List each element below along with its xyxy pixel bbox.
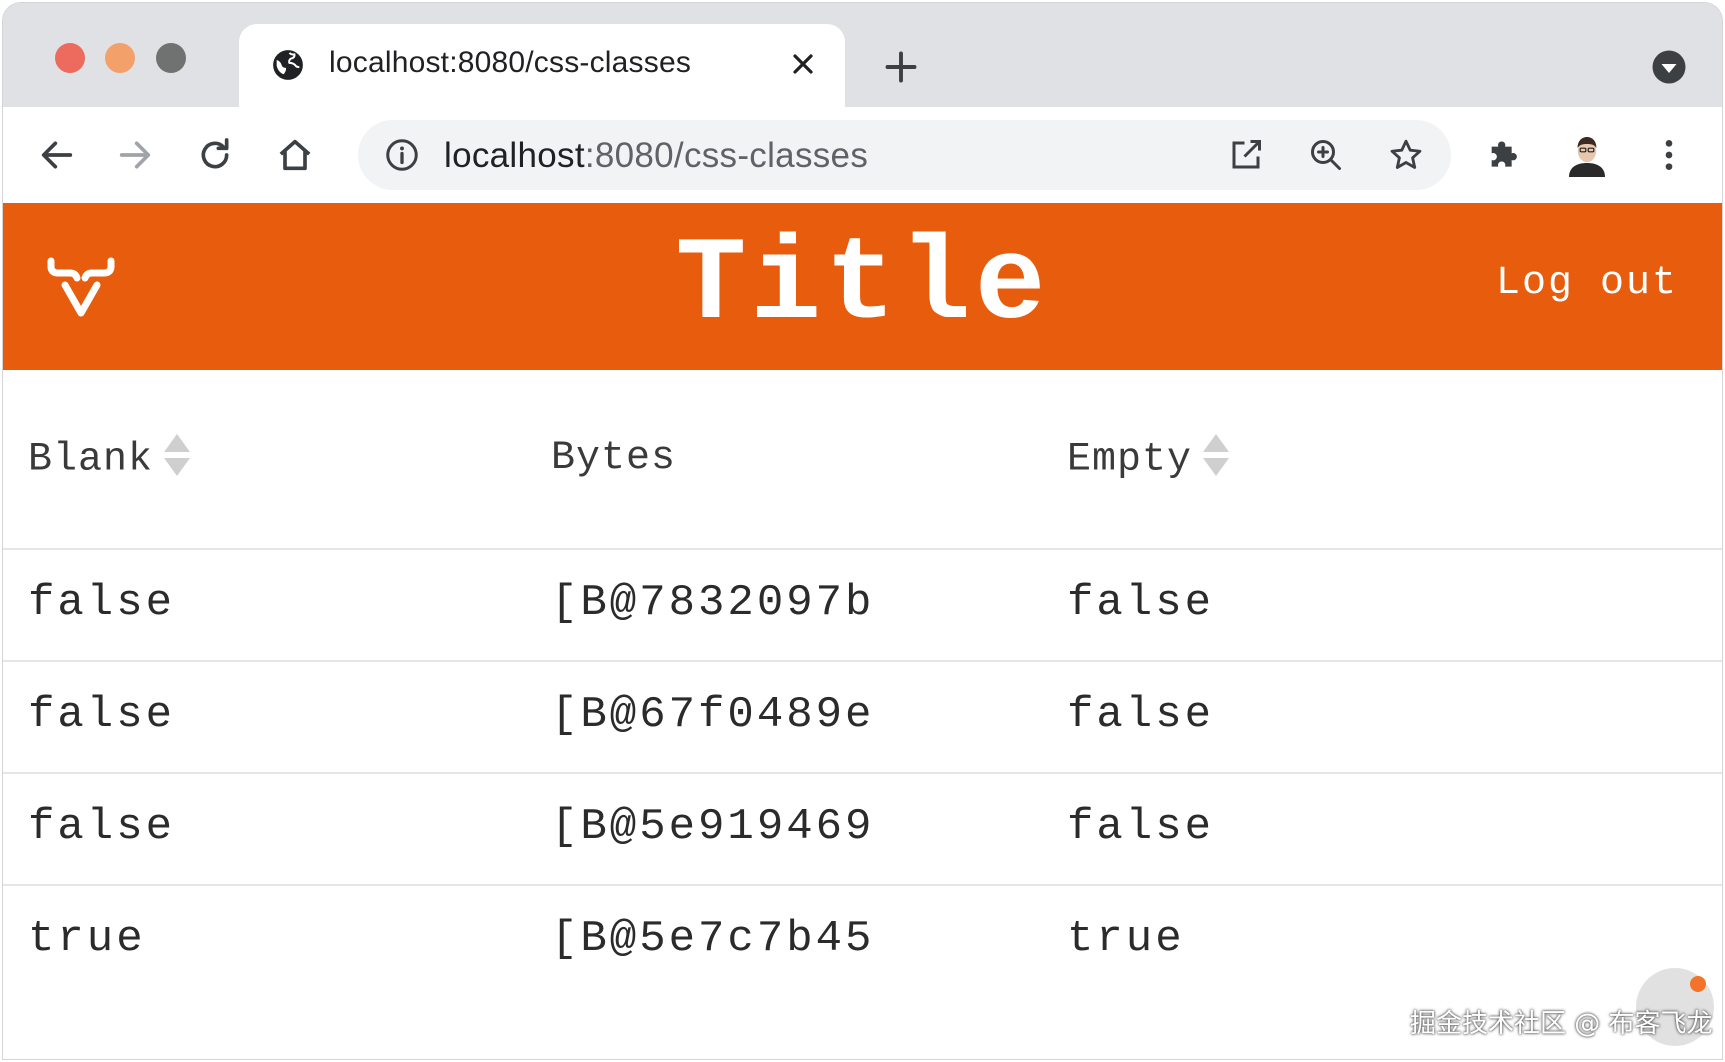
- close-window-button[interactable]: [55, 43, 85, 73]
- column-header-blank[interactable]: Blank: [28, 434, 191, 483]
- home-icon[interactable]: [275, 135, 315, 175]
- table-cell: [B@67f0489e: [551, 690, 875, 740]
- info-icon[interactable]: [384, 137, 420, 173]
- table-cell: false: [28, 802, 176, 852]
- arrow-left-icon[interactable]: [37, 135, 77, 175]
- table-cell: false: [28, 578, 176, 628]
- address-bar[interactable]: localhost:8080/css-classes: [358, 120, 1451, 190]
- table-row[interactable]: false [B@5e919469 false: [3, 774, 1722, 886]
- column-header-label: Bytes: [551, 436, 677, 481]
- star-icon[interactable]: [1388, 137, 1424, 173]
- table-cell: false: [28, 690, 176, 740]
- table-cell: [B@5e7c7b45: [551, 914, 875, 964]
- open-external-icon[interactable]: [1228, 137, 1264, 173]
- globe-icon: [273, 50, 303, 80]
- table-cell: true: [28, 914, 146, 964]
- table-cell: [B@7832097b: [551, 578, 875, 628]
- table-cell: false: [1067, 802, 1215, 852]
- tab-strip: localhost:8080/css-classes: [3, 3, 1722, 107]
- data-grid: Blank Bytes Empty false [B@7832097b fals…: [3, 370, 1722, 996]
- avatar[interactable]: [1563, 131, 1611, 179]
- url-text: localhost:8080/css-classes: [444, 136, 868, 176]
- table-cell: false: [1067, 690, 1215, 740]
- table-row[interactable]: false [B@7832097b false: [3, 550, 1722, 662]
- plus-icon[interactable]: [883, 49, 919, 85]
- page-title: Title: [675, 220, 1050, 353]
- url-path: :8080/css-classes: [584, 136, 869, 175]
- sort-icon[interactable]: [1202, 432, 1230, 478]
- watermark-text: 掘金技术社区 @ 布客飞龙: [1410, 1009, 1713, 1039]
- puzzle-icon[interactable]: [1485, 135, 1525, 175]
- chevron-down-circle-icon[interactable]: [1651, 49, 1687, 85]
- arrow-right-icon[interactable]: [115, 135, 155, 175]
- app-header: Title Log out: [3, 203, 1722, 370]
- browser-toolbar: localhost:8080/css-classes: [3, 107, 1722, 204]
- column-header-label: Blank: [28, 437, 154, 483]
- zoom-in-icon[interactable]: [1308, 137, 1344, 173]
- sort-icon[interactable]: [163, 432, 191, 478]
- browser-window: localhost:8080/css-classes localhost:808…: [3, 3, 1722, 1059]
- tab-title: localhost:8080/css-classes: [329, 46, 692, 79]
- grid-header: Blank Bytes Empty: [3, 370, 1722, 550]
- logout-link[interactable]: Log out: [1496, 261, 1678, 306]
- table-cell: [B@5e919469: [551, 802, 875, 852]
- table-cell: false: [1067, 578, 1215, 628]
- table-cell: true: [1067, 914, 1185, 964]
- minimize-window-button[interactable]: [105, 43, 135, 73]
- tab-active[interactable]: localhost:8080/css-classes: [239, 24, 845, 107]
- reload-icon[interactable]: [195, 135, 235, 175]
- column-header-empty[interactable]: Empty: [1067, 434, 1230, 483]
- column-header-label: Empty: [1067, 437, 1193, 483]
- close-icon[interactable]: [787, 48, 819, 80]
- url-host: localhost: [444, 136, 585, 175]
- table-row[interactable]: false [B@67f0489e false: [3, 662, 1722, 774]
- column-header-bytes: Bytes: [551, 436, 676, 481]
- kebab-menu-icon[interactable]: [1649, 135, 1689, 175]
- zoom-window-button[interactable]: [156, 43, 186, 73]
- table-row[interactable]: true [B@5e7c7b45 true: [3, 886, 1722, 996]
- notification-dot: [1690, 976, 1706, 992]
